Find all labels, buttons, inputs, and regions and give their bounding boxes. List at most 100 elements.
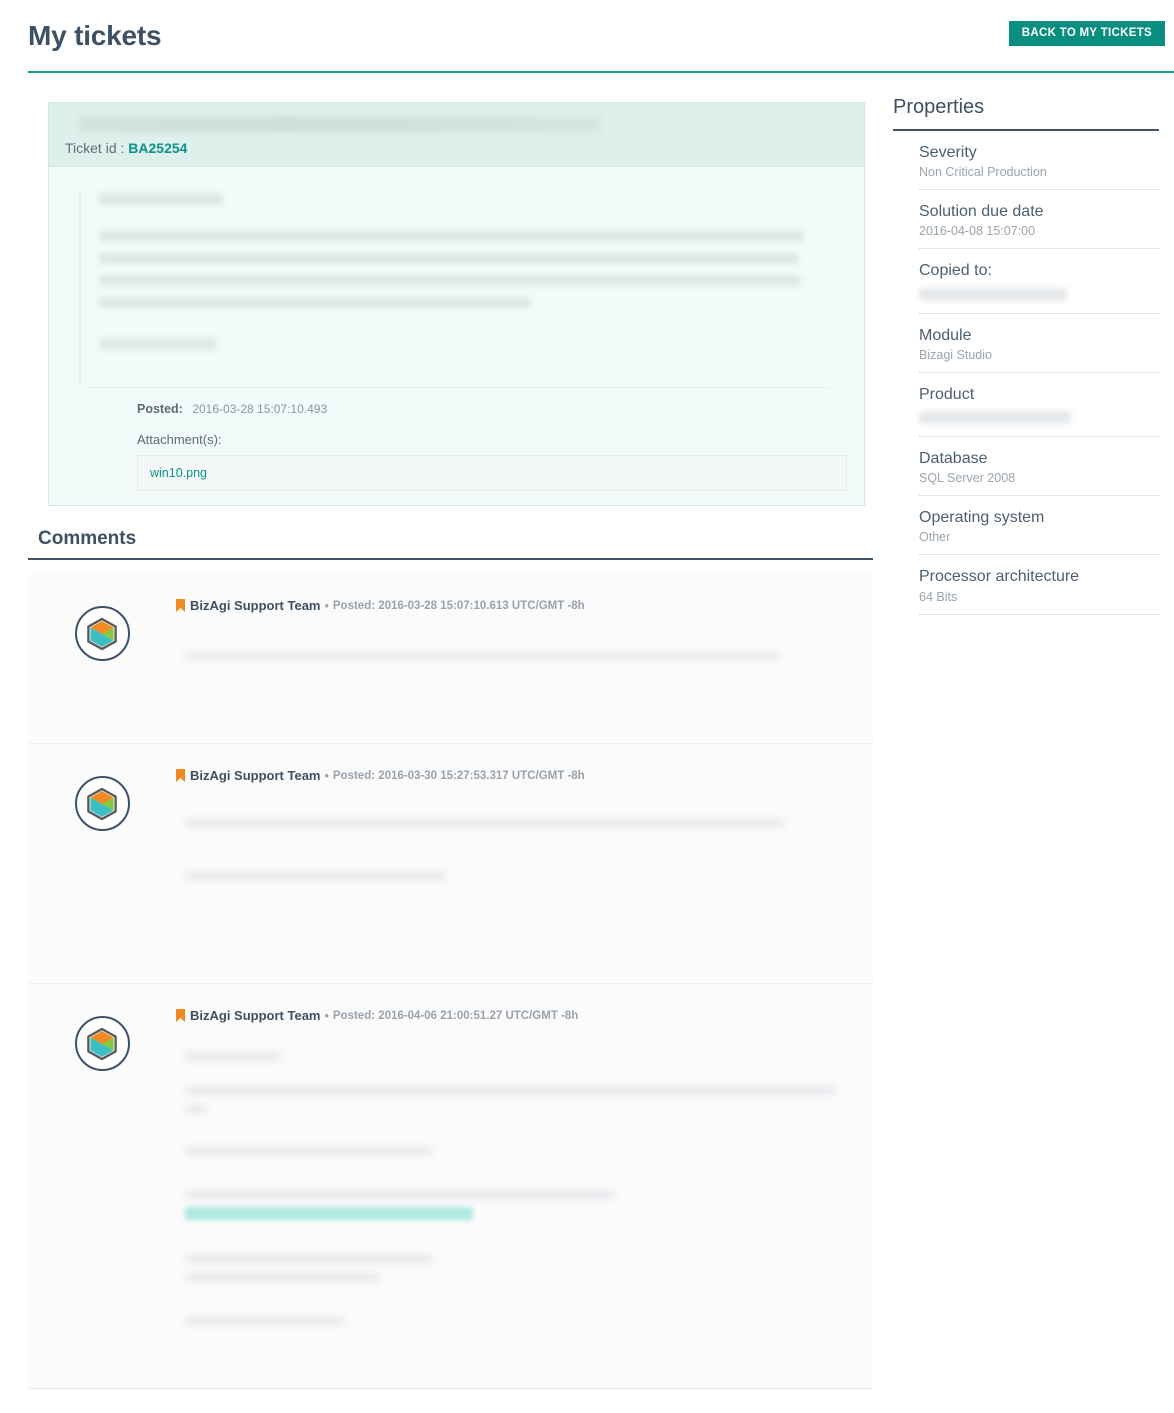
bizagi-hexagon-logo-icon bbox=[87, 617, 117, 650]
property-label: Operating system bbox=[919, 509, 1045, 527]
comment-line-redacted bbox=[185, 1051, 281, 1062]
comment-item: BizAgi Support Team • Posted: 2016-04-06… bbox=[28, 984, 873, 1389]
property-label: Copied to: bbox=[919, 262, 992, 280]
comment-separator: • bbox=[324, 598, 329, 613]
property-row-database: Database SQL Server 2008 bbox=[919, 437, 1159, 497]
avatar bbox=[74, 1016, 130, 1071]
comment-avatar-wrap bbox=[28, 598, 176, 723]
ticket-description-redacted bbox=[79, 193, 844, 383]
page-root: My tickets BACK TO MY TICKETS Ticket id … bbox=[0, 0, 1174, 1413]
property-value: Bizagi Studio bbox=[919, 347, 992, 362]
content-area: Ticket id : BA25254 Posted: 2016-03-28 1… bbox=[0, 72, 1174, 1389]
property-value-redacted bbox=[919, 287, 1067, 301]
comment-line-redacted bbox=[185, 871, 445, 881]
avatar bbox=[74, 776, 130, 831]
description-heading-redacted bbox=[99, 193, 223, 205]
ticket-id-label: Ticket id : bbox=[65, 140, 125, 156]
description-line-redacted bbox=[99, 275, 801, 286]
description-signature-redacted bbox=[99, 338, 217, 350]
property-value-redacted bbox=[919, 410, 1071, 424]
comment-line-redacted bbox=[185, 1254, 433, 1264]
comments-list: BizAgi Support Team • Posted: 2016-03-28… bbox=[28, 574, 873, 1389]
comment-line-redacted bbox=[185, 1272, 380, 1282]
attachment-link[interactable]: win10.png bbox=[150, 466, 207, 480]
comment-author: BizAgi Support Team bbox=[190, 598, 321, 613]
ticket-card-body: Posted: 2016-03-28 15:07:10.493 Attachme… bbox=[49, 167, 864, 505]
property-value: Non Critical Production bbox=[919, 165, 1047, 180]
comments-divider bbox=[28, 558, 873, 560]
comment-line-redacted bbox=[185, 1146, 433, 1156]
property-row-copied-to: Copied to: bbox=[919, 249, 1159, 314]
comment-item: BizAgi Support Team • Posted: 2016-03-30… bbox=[28, 744, 873, 984]
property-value: 64 Bits bbox=[919, 589, 958, 604]
property-value bbox=[919, 407, 1159, 427]
comment-line-redacted bbox=[185, 1086, 835, 1096]
property-label: Module bbox=[919, 326, 972, 344]
bookmark-icon bbox=[176, 769, 185, 782]
ticket-id-row: Ticket id : BA25254 bbox=[65, 140, 848, 156]
description-line-redacted bbox=[99, 231, 804, 242]
main-column: Ticket id : BA25254 Posted: 2016-03-28 1… bbox=[0, 72, 880, 1389]
attachments-label: Attachment(s): bbox=[137, 432, 222, 447]
ticket-posted-row: Posted: 2016-03-28 15:07:10.493 bbox=[69, 388, 844, 416]
comment-avatar-wrap bbox=[28, 768, 176, 963]
property-label: Database bbox=[919, 449, 988, 467]
comment-separator: • bbox=[324, 768, 329, 783]
back-to-my-tickets-button[interactable]: BACK TO MY TICKETS bbox=[1008, 21, 1165, 46]
comment-body: BizAgi Support Team • Posted: 2016-03-30… bbox=[176, 768, 873, 963]
property-row-product: Product bbox=[919, 373, 1159, 437]
property-row-operating-system: Operating system Other bbox=[919, 496, 1159, 556]
comment-line-redacted bbox=[185, 1190, 615, 1200]
bizagi-hexagon-logo-icon bbox=[87, 1027, 117, 1060]
comment-line-redacted bbox=[185, 1316, 345, 1326]
avatar bbox=[74, 606, 130, 661]
properties-panel: Properties Severity Non Critical Product… bbox=[880, 72, 1174, 615]
comment-item: BizAgi Support Team • Posted: 2016-03-28… bbox=[28, 574, 873, 744]
comment-highlighted-link-redacted[interactable] bbox=[185, 1207, 473, 1220]
property-label: Processor architecture bbox=[919, 568, 1080, 586]
ticket-card: Ticket id : BA25254 Posted: 2016-03-28 1… bbox=[48, 102, 865, 506]
comment-body: BizAgi Support Team • Posted: 2016-04-06… bbox=[176, 1008, 873, 1368]
comment-timestamp: Posted: 2016-03-28 15:07:10.613 UTC/GMT … bbox=[332, 599, 585, 612]
ticket-title-redacted bbox=[79, 117, 601, 132]
comment-meta: BizAgi Support Team • Posted: 2016-03-28… bbox=[176, 598, 853, 613]
comment-text-redacted bbox=[176, 1051, 853, 1326]
properties-title: Properties bbox=[893, 96, 985, 118]
page-title: My tickets bbox=[28, 20, 162, 51]
comment-text-redacted bbox=[176, 818, 853, 881]
property-row-severity: Severity Non Critical Production bbox=[919, 131, 1159, 191]
comment-meta: BizAgi Support Team • Posted: 2016-03-30… bbox=[176, 768, 853, 783]
description-line-redacted bbox=[99, 297, 531, 308]
property-row-solution-due-date: Solution due date 2016-04-08 15:07:00 bbox=[919, 190, 1159, 250]
comment-line-redacted bbox=[185, 818, 785, 828]
property-value: Other bbox=[919, 530, 951, 545]
posted-value: 2016-03-28 15:07:10.493 bbox=[192, 402, 328, 416]
comment-author: BizAgi Support Team bbox=[190, 1008, 321, 1023]
comment-separator: • bbox=[324, 1008, 329, 1023]
property-value: SQL Server 2008 bbox=[919, 471, 1016, 486]
comment-timestamp: Posted: 2016-03-30 15:27:53.317 UTC/GMT … bbox=[332, 769, 585, 782]
property-label: Solution due date bbox=[919, 203, 1044, 221]
ticket-card-header: Ticket id : BA25254 bbox=[49, 103, 864, 167]
comment-text-redacted bbox=[176, 651, 853, 661]
posted-label: Posted: bbox=[137, 402, 183, 416]
comment-avatar-wrap bbox=[28, 1008, 176, 1368]
property-label: Product bbox=[919, 385, 975, 403]
comment-author: BizAgi Support Team bbox=[190, 768, 321, 783]
comment-body: BizAgi Support Team • Posted: 2016-03-28… bbox=[176, 598, 873, 723]
attachment-item[interactable]: win10.png bbox=[137, 455, 847, 491]
comment-timestamp: Posted: 2016-04-06 21:00:51.27 UTC/GMT -… bbox=[332, 1009, 579, 1022]
bookmark-icon bbox=[176, 1009, 185, 1022]
bookmark-icon bbox=[176, 599, 185, 612]
comments-heading: Comments bbox=[38, 528, 137, 549]
property-label: Severity bbox=[919, 144, 977, 161]
property-value bbox=[919, 284, 1159, 304]
comment-meta: BizAgi Support Team • Posted: 2016-04-06… bbox=[176, 1008, 853, 1023]
page-header: My tickets BACK TO MY TICKETS bbox=[0, 0, 1174, 73]
ticket-id-link[interactable]: BA25254 bbox=[128, 140, 187, 156]
comment-line-redacted bbox=[185, 651, 779, 661]
property-row-module: Module Bizagi Studio bbox=[919, 314, 1159, 373]
property-row-processor-architecture: Processor architecture 64 Bits bbox=[919, 555, 1159, 615]
description-line-redacted bbox=[99, 253, 799, 264]
bizagi-hexagon-logo-icon bbox=[87, 787, 117, 820]
